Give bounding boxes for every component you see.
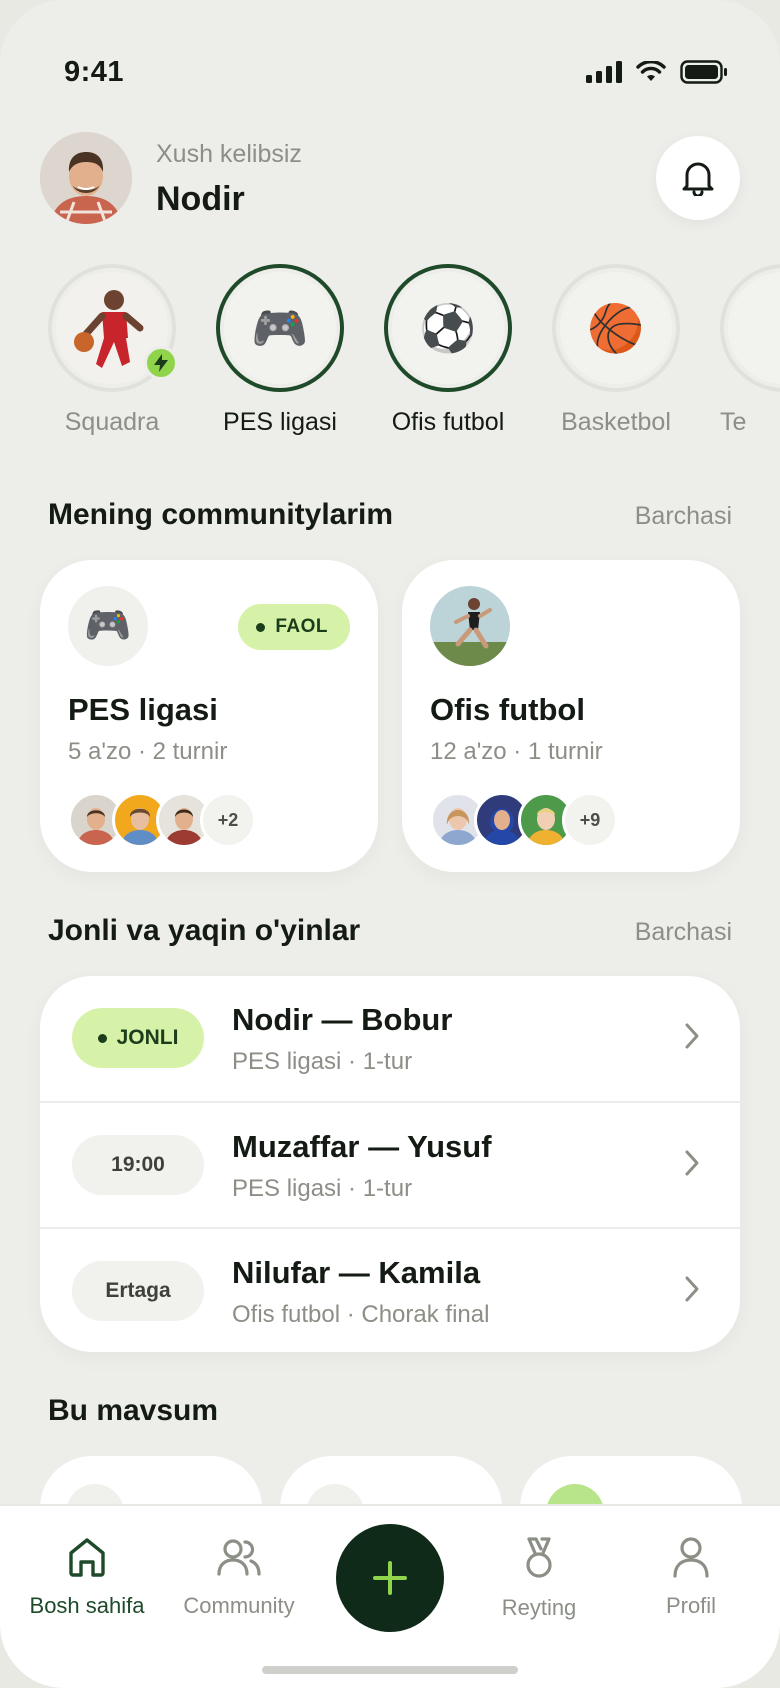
season-section-title: Bu mavsum — [48, 1394, 219, 1427]
user-name: Nodir — [156, 180, 245, 218]
runner-photo-icon — [430, 586, 510, 666]
story-ring: 🎮 — [216, 264, 344, 392]
status-dot — [256, 622, 266, 632]
battery-icon — [680, 60, 727, 84]
story-label: Te — [720, 408, 747, 436]
tab-profile[interactable]: Profil — [616, 1536, 766, 1619]
member-avatars: +2 — [68, 792, 256, 848]
live-dot — [97, 1033, 107, 1043]
matches-list: JONLI Nodir — Bobur PES ligasi · 1-tur 1… — [40, 976, 740, 1352]
tab-label: Reyting — [501, 1595, 577, 1620]
story-avatar — [728, 272, 780, 384]
match-meta: PES ligasi · 1-tur — [232, 1048, 413, 1075]
story-basketbol[interactable]: 🏀 Basketbol — [552, 264, 680, 437]
gamepad-icon: 🎮 — [68, 586, 148, 666]
matches-see-all-link[interactable]: Barchasi — [635, 918, 732, 947]
status-badge: FAOL — [238, 604, 350, 650]
lightning-icon — [144, 346, 178, 380]
users-icon — [217, 1539, 261, 1576]
tab-rating[interactable]: Reyting — [464, 1536, 614, 1621]
match-row[interactable]: Ertaga Nilufar — Kamila Ofis futbol · Ch… — [40, 1227, 740, 1352]
story-ring: 🏀 — [552, 264, 680, 392]
user-avatar[interactable] — [40, 132, 132, 224]
avatar-illustration — [40, 132, 132, 224]
match-meta: PES ligasi · 1-tur — [232, 1175, 413, 1202]
stories-row: Squadra 🎮 PES ligasi ⚽ Ofis futbol 🏀 Bas… — [48, 264, 780, 444]
match-players: Nilufar — Kamila — [232, 1255, 481, 1290]
status-badge-label: FAOL — [275, 616, 328, 637]
bell-icon — [682, 162, 714, 196]
story-partial[interactable]: Te — [720, 264, 780, 437]
community-name: Ofis futbol — [430, 692, 585, 727]
story-label: Basketbol — [561, 408, 671, 436]
add-button[interactable] — [336, 1524, 444, 1632]
notifications-button[interactable] — [656, 136, 740, 220]
status-time: 9:41 — [64, 56, 125, 88]
home-indicator — [262, 1666, 518, 1674]
phone-screen: 9:41 Xush kelibsiz Nodir Squadra 🎮 PES l… — [0, 0, 780, 1688]
more-members-count: +9 — [562, 792, 618, 848]
plus-icon — [373, 1561, 407, 1595]
tab-label: Community — [183, 1593, 295, 1618]
tab-label: Profil — [665, 1593, 717, 1618]
member-avatars: +9 — [430, 792, 618, 848]
chevron-right-icon — [685, 1023, 699, 1049]
story-ring — [720, 264, 780, 392]
story-pes-ligasi[interactable]: 🎮 PES ligasi — [216, 264, 344, 437]
match-status-label: JONLI — [116, 1026, 179, 1049]
user-icon — [673, 1537, 709, 1578]
matches-section-title: Jonli va yaqin o'yinlar — [48, 914, 361, 947]
story-ring: ⚽ — [384, 264, 512, 392]
match-time-badge: Ertaga — [72, 1261, 204, 1321]
cellular-signal-icon — [586, 61, 622, 83]
live-badge: JONLI — [72, 1008, 204, 1068]
match-row[interactable]: JONLI Nodir — Bobur PES ligasi · 1-tur — [40, 976, 740, 1101]
tab-label: Bosh sahifa — [29, 1593, 145, 1618]
wifi-icon — [636, 61, 666, 81]
communities-section-title: Mening communitylarim — [48, 498, 394, 531]
chevron-right-icon — [685, 1150, 699, 1176]
status-icons — [586, 60, 728, 84]
story-label: PES ligasi — [223, 408, 337, 436]
basketball-icon: 🏀 — [560, 272, 672, 384]
communities-see-all-link[interactable]: Barchasi — [635, 502, 732, 531]
tab-community[interactable]: Community — [164, 1536, 314, 1619]
chevron-right-icon — [685, 1276, 699, 1302]
tab-home[interactable]: Bosh sahifa — [12, 1536, 162, 1619]
bottom-tab-bar: Bosh sahifa Community Reyting Profil — [0, 1504, 780, 1688]
community-card-pes-ligasi[interactable]: 🎮 FAOL PES ligasi 5 a'zo · 2 turnir +2 — [40, 560, 378, 872]
match-players: Nodir — Bobur — [232, 1002, 453, 1037]
match-row[interactable]: 19:00 Muzaffar — Yusuf PES ligasi · 1-tu… — [40, 1101, 740, 1226]
story-label: Ofis futbol — [391, 408, 505, 436]
match-meta: Ofis futbol · Chorak final — [232, 1301, 490, 1328]
community-meta: 5 a'zo · 2 turnir — [68, 738, 228, 765]
match-time-badge: 19:00 — [72, 1135, 204, 1195]
more-members-count: +2 — [200, 792, 256, 848]
gamepad-icon: 🎮 — [224, 272, 336, 384]
medal-icon — [526, 1537, 552, 1578]
community-card-ofis-futbol[interactable]: Ofis futbol 12 a'zo · 1 turnir +9 — [402, 560, 740, 872]
greeting-text: Xush kelibsiz — [156, 140, 302, 168]
community-name: PES ligasi — [68, 692, 218, 727]
story-label: Squadra — [64, 408, 160, 436]
story-ofis-futbol[interactable]: ⚽ Ofis futbol — [384, 264, 512, 437]
home-icon — [69, 1538, 105, 1577]
match-players: Muzaffar — Yusuf — [232, 1129, 492, 1164]
community-meta: 12 a'zo · 1 turnir — [430, 738, 603, 765]
soccer-ball-icon: ⚽ — [392, 272, 504, 384]
story-squadra[interactable]: Squadra — [48, 264, 178, 437]
status-bar: 9:41 — [0, 52, 780, 92]
